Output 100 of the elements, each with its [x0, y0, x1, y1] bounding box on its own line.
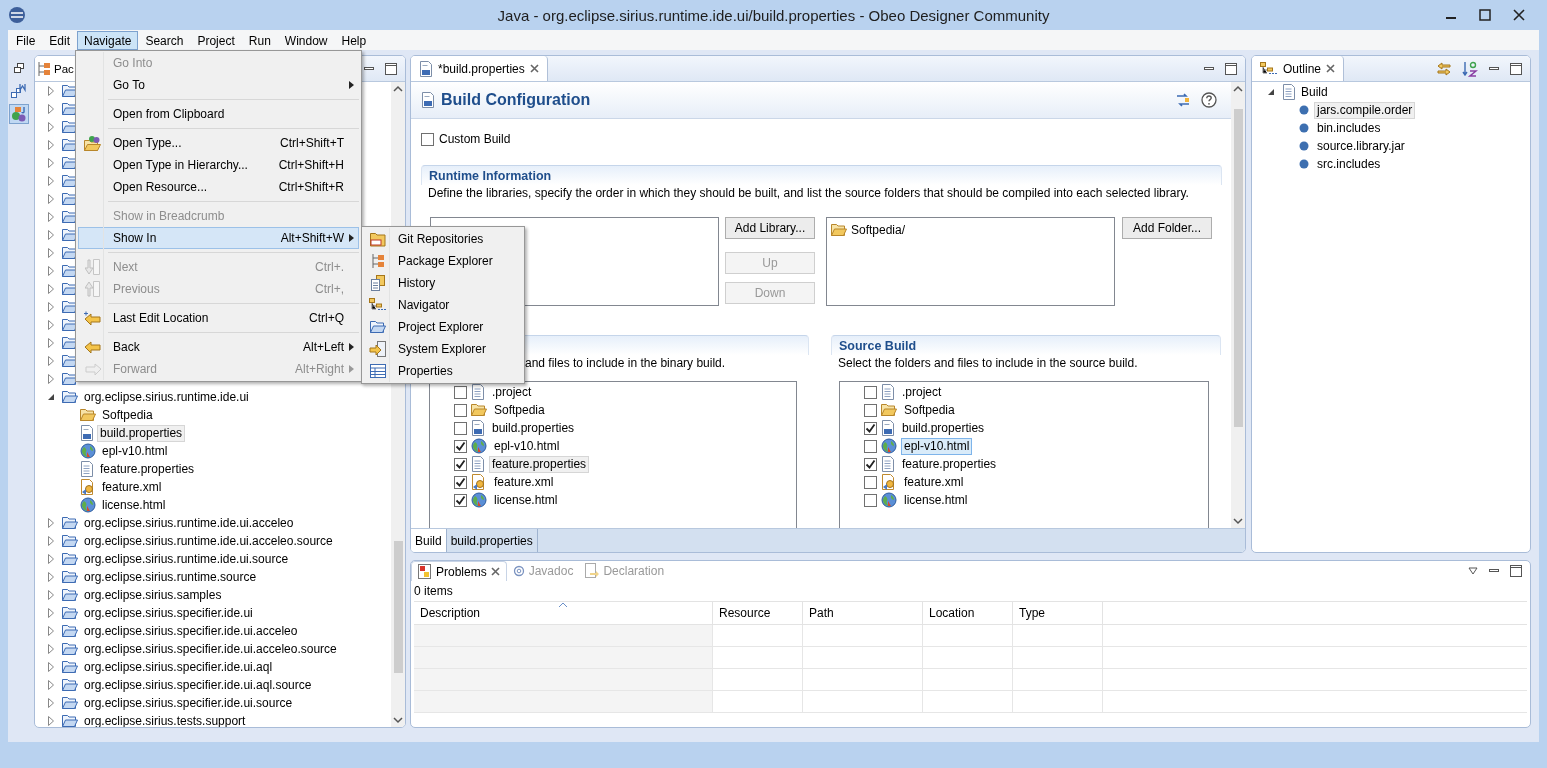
expand-arrow-icon[interactable]: [45, 229, 57, 241]
maximize-icon[interactable]: [1225, 62, 1237, 75]
menu-item[interactable]: Package Explorer: [364, 250, 522, 272]
close-icon[interactable]: [490, 567, 500, 576]
tree-item[interactable]: org.eclipse.sirius.runtime.ide.ui.acceleo: [81, 514, 297, 532]
tree-item[interactable]: Softpedia: [901, 401, 958, 419]
menu-item[interactable]: Open Resource... Ctrl+Shift+R: [78, 176, 359, 198]
tree-item[interactable]: bin.includes: [1314, 119, 1384, 137]
tree-item[interactable]: Softpedia: [99, 406, 156, 424]
expand-arrow-icon[interactable]: [45, 211, 57, 223]
scrollbar-thumb[interactable]: [393, 540, 403, 673]
button[interactable]: Add Folder...: [1122, 217, 1212, 239]
menu-item[interactable]: History: [364, 272, 522, 294]
toolbar-button[interactable]: [9, 81, 29, 101]
expand-arrow-icon[interactable]: [45, 697, 57, 709]
tree-item[interactable]: org.eclipse.sirius.specifier.ide.ui.acceleo.source: [81, 640, 340, 658]
tree-item[interactable]: source.library.jar: [1314, 137, 1408, 155]
expand-arrow-icon[interactable]: [45, 247, 57, 259]
close-icon[interactable]: [1326, 64, 1336, 73]
tree-item[interactable]: src.includes: [1314, 155, 1384, 173]
tab[interactable]: Build: [411, 529, 447, 552]
swap-arrows-icon[interactable]: [1436, 60, 1452, 77]
maximize-icon[interactable]: [1510, 62, 1522, 75]
maximize-icon[interactable]: [385, 62, 397, 75]
column-header[interactable]: Description: [414, 602, 713, 624]
checkbox[interactable]: [454, 421, 467, 435]
tree-item[interactable]: org.eclipse.sirius.specifier.ide.ui.aql: [81, 658, 276, 676]
menu-item[interactable]: Properties: [364, 360, 522, 382]
column-header[interactable]: Path: [803, 602, 923, 624]
scrollbar[interactable]: [1231, 82, 1245, 528]
checkbox[interactable]: [864, 421, 877, 435]
checkbox[interactable]: [864, 385, 877, 399]
menu-item[interactable]: Last Edit Location Ctrl+Q: [78, 307, 359, 329]
expand-arrow-icon[interactable]: [45, 283, 57, 295]
checkbox[interactable]: [864, 439, 877, 453]
expand-arrow-icon[interactable]: [45, 373, 57, 385]
list-item[interactable]: Softpedia/: [851, 223, 906, 237]
expand-arrow-icon[interactable]: [45, 265, 57, 277]
close-icon[interactable]: [1513, 9, 1525, 21]
expand-arrow-icon[interactable]: [45, 85, 57, 97]
tree-item[interactable]: build.properties: [489, 419, 578, 437]
tab[interactable]: build.properties: [446, 529, 538, 552]
checkbox[interactable]: [864, 457, 877, 471]
tree-item[interactable]: epl-v10.html: [491, 437, 563, 455]
menu-item[interactable]: Show In Alt+Shift+W: [78, 227, 359, 249]
tree-item[interactable]: Build: [1298, 83, 1331, 101]
tree-item[interactable]: org.eclipse.sirius.runtime.ide.ui.source: [81, 550, 292, 568]
checkbox[interactable]: [454, 475, 467, 489]
tree-item[interactable]: jars.compile.order: [1314, 101, 1416, 119]
tab[interactable]: Problems: [411, 561, 507, 581]
tree-item[interactable]: feature.xml: [901, 473, 967, 491]
checkbox[interactable]: [864, 493, 877, 507]
tree-item[interactable]: org.eclipse.sirius.runtime.source: [81, 568, 260, 586]
sort-icon[interactable]: [1462, 60, 1478, 77]
tree-item[interactable]: org.eclipse.sirius.samples: [81, 586, 225, 604]
checkbox[interactable]: [454, 385, 467, 399]
expand-arrow-icon[interactable]: [45, 715, 57, 727]
close-icon[interactable]: [529, 64, 539, 73]
menu-item[interactable]: Open Type in Hierarchy... Ctrl+Shift+H: [78, 154, 359, 176]
menu-item[interactable]: System Explorer: [364, 338, 522, 360]
menu-item[interactable]: Open from Clipboard: [78, 103, 359, 125]
checkbox[interactable]: [864, 475, 877, 489]
help-icon[interactable]: [1201, 92, 1217, 108]
checkbox[interactable]: [454, 493, 467, 507]
expand-arrow-icon[interactable]: [45, 661, 57, 673]
tree-item[interactable]: feature.xml: [491, 473, 557, 491]
tree-item[interactable]: license.html: [99, 496, 169, 514]
tree-item[interactable]: org.eclipse.sirius.tests.support: [81, 712, 249, 727]
expand-arrow-icon[interactable]: [45, 517, 57, 529]
expand-arrow-icon[interactable]: [45, 589, 57, 601]
tree-item[interactable]: org.eclipse.sirius.specifier.ide.ui.acceleo: [81, 622, 301, 640]
menu-item[interactable]: File: [9, 30, 43, 50]
tree-item[interactable]: .project: [899, 383, 945, 401]
tree-item[interactable]: feature.properties: [899, 455, 1000, 473]
expand-arrow-icon[interactable]: [45, 175, 57, 187]
tab[interactable]: Outline: [1252, 56, 1345, 81]
expand-arrow-icon[interactable]: [45, 157, 57, 169]
checkbox[interactable]: [864, 403, 877, 417]
expand-arrow-icon[interactable]: [45, 643, 57, 655]
view-menu-icon[interactable]: [1468, 567, 1478, 575]
tree-item[interactable]: .project: [489, 383, 535, 401]
menu-item[interactable]: Project Explorer: [364, 316, 522, 338]
tree-item[interactable]: org.eclipse.sirius.runtime.ide.ui.acceleo.source: [81, 532, 336, 550]
expand-arrow-icon[interactable]: [45, 571, 57, 583]
expand-arrow-icon[interactable]: [45, 625, 57, 637]
checkbox[interactable]: [454, 439, 467, 453]
expand-arrow-icon[interactable]: [45, 337, 57, 349]
column-header[interactable]: Location: [923, 602, 1013, 624]
maximize-icon[interactable]: [1510, 565, 1522, 577]
expand-arrow-icon[interactable]: [45, 679, 57, 691]
checkbox[interactable]: [421, 132, 434, 146]
menu-item[interactable]: Help: [334, 30, 374, 50]
menu-item[interactable]: Back Alt+Left: [78, 336, 359, 358]
menu-item[interactable]: Open Type... Ctrl+Shift+T: [78, 132, 359, 154]
tree-item[interactable]: feature.properties: [97, 460, 198, 478]
tree-item[interactable]: org.eclipse.sirius.specifier.ide.ui.aql.source: [81, 676, 315, 694]
expand-arrow-icon[interactable]: [45, 103, 57, 115]
expand-arrow-icon[interactable]: [45, 535, 57, 547]
button[interactable]: Add Library...: [725, 217, 815, 239]
expand-arrow-icon[interactable]: [45, 193, 57, 205]
